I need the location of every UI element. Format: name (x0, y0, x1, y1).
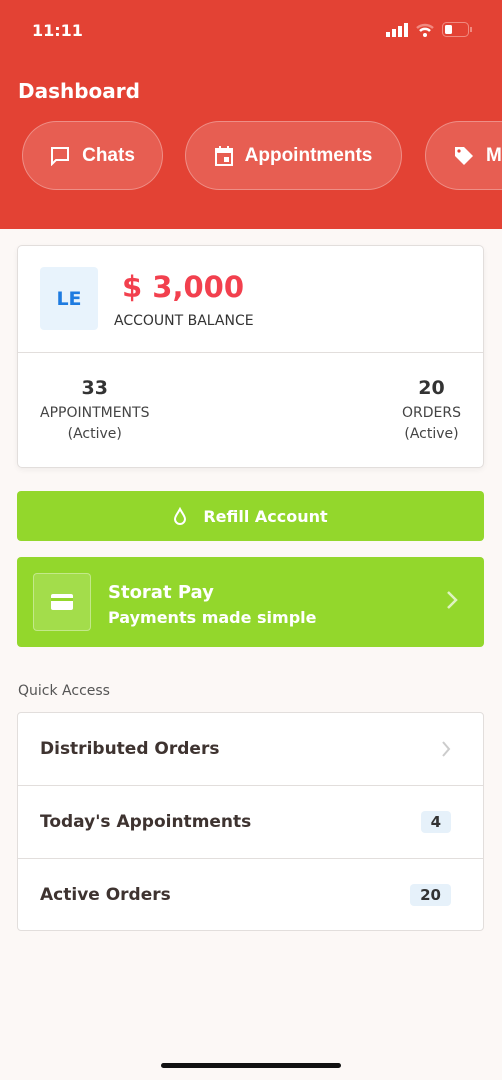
refill-account-button[interactable]: Refill Account (17, 491, 484, 541)
header: 11:11 Dashboard Chats Appointments M (0, 0, 502, 229)
chats-button[interactable]: Chats (22, 121, 163, 190)
orders-stat-label: ORDERS (402, 405, 461, 421)
drop-icon (174, 507, 187, 525)
storat-pay-card[interactable]: Storat Pay Payments made simple (17, 557, 484, 647)
page-title: Dashboard (18, 79, 140, 103)
chevron-right-icon (447, 591, 458, 609)
appointments-button[interactable]: Appointments (185, 121, 402, 190)
chevron-right-icon (442, 741, 451, 757)
pay-subtitle: Payments made simple (108, 608, 317, 627)
orders-stat-sub: (Active) (404, 426, 459, 442)
tag-icon (455, 146, 473, 165)
orders-stat: 20 ORDERS (Active) (402, 378, 461, 445)
home-indicator[interactable] (161, 1063, 341, 1068)
divider (18, 352, 483, 353)
account-balance-label: ACCOUNT BALANCE (114, 313, 254, 329)
pay-title: Storat Pay (108, 582, 214, 603)
account-card: LE $ 3,000 ACCOUNT BALANCE 33 APPOINTMEN… (17, 245, 484, 468)
battery-icon (442, 22, 472, 37)
wifi-icon (416, 23, 434, 37)
more-button[interactable]: M (425, 121, 502, 190)
status-time: 11:11 (32, 21, 83, 40)
appointments-stat-label: APPOINTMENTS (40, 405, 150, 421)
more-label: M (486, 144, 502, 166)
appointments-stat: 33 APPOINTMENTS (Active) (40, 378, 149, 445)
list-item-active-orders[interactable]: Active Orders 20 (18, 859, 483, 930)
avatar: LE (40, 267, 98, 330)
account-balance: $ 3,000 (122, 270, 245, 304)
chat-icon (51, 146, 70, 166)
list-item-label: Today's Appointments (40, 812, 252, 832)
list-item-todays-appointments[interactable]: Today's Appointments 4 (18, 786, 483, 859)
calendar-icon (214, 145, 233, 166)
refill-label: Refill Account (203, 506, 328, 526)
quick-access-title: Quick Access (18, 683, 110, 699)
status-icons (386, 22, 472, 37)
quick-nav-pills: Chats Appointments M (22, 121, 502, 190)
list-item-distributed-orders[interactable]: Distributed Orders (18, 713, 483, 786)
count-badge: 20 (410, 883, 451, 906)
orders-count: 20 (418, 377, 445, 399)
signal-icon (386, 22, 408, 37)
appointments-label: Appointments (244, 144, 373, 166)
list-item-label: Distributed Orders (40, 739, 220, 759)
appointments-count: 33 (81, 377, 108, 399)
credit-card-icon (33, 573, 91, 631)
quick-access-list: Distributed Orders Today's Appointments … (17, 712, 484, 931)
list-item-label: Active Orders (40, 884, 171, 905)
appointments-stat-sub: (Active) (67, 426, 122, 442)
chats-label: Chats (82, 144, 135, 166)
count-badge: 4 (420, 811, 451, 833)
